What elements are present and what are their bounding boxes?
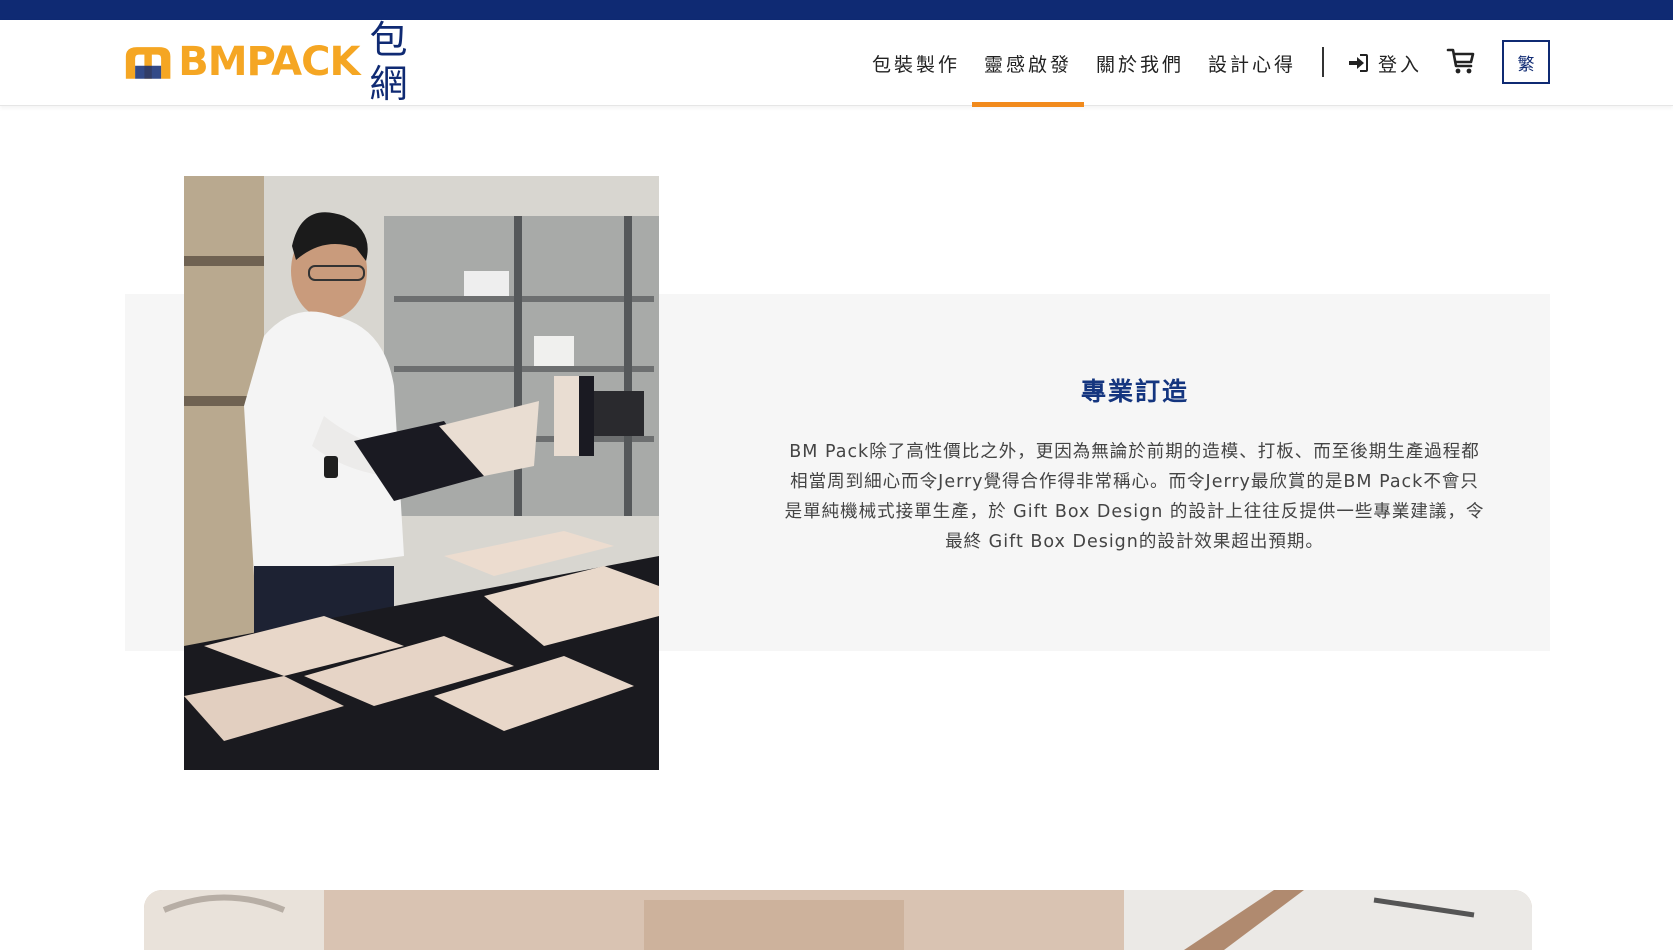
feature-photo [184,176,659,770]
logo-mark-icon [125,47,171,79]
top-accent-bar [0,0,1673,20]
site-header: BMPACK 包網 包裝製作 靈感啟發 關於我們 設計心得 登入 繁 [0,18,1673,107]
main-nav: 包裝製作 靈感啟發 關於我們 設計心得 [860,20,1308,107]
nav-divider [1322,47,1324,77]
feature-title: 專業訂造 [1080,377,1189,406]
cart-icon[interactable] [1446,46,1476,76]
logo-wordmark: BMPACK [178,39,360,85]
language-switch-button[interactable]: 繁 [1502,40,1550,84]
feature-body: BM Pack除了高性價比之外，更因為無論於前期的造模、打板、而至後期生產過程都… [784,442,1485,552]
site-logo[interactable]: BMPACK 包網 [124,18,440,106]
nav-item-packaging[interactable]: 包裝製作 [860,20,972,106]
nav-item-about[interactable]: 關於我們 [1084,20,1196,106]
nav-item-design-notes[interactable]: 設計心得 [1196,20,1308,106]
design-banner-image [144,890,1532,950]
login-button[interactable]: 登入 [1348,20,1422,106]
nav-item-inspiration[interactable]: 靈感啟發 [972,20,1085,107]
sign-in-icon [1349,54,1368,72]
login-label: 登入 [1378,53,1423,76]
logo-chinese: 包網 [369,18,408,106]
